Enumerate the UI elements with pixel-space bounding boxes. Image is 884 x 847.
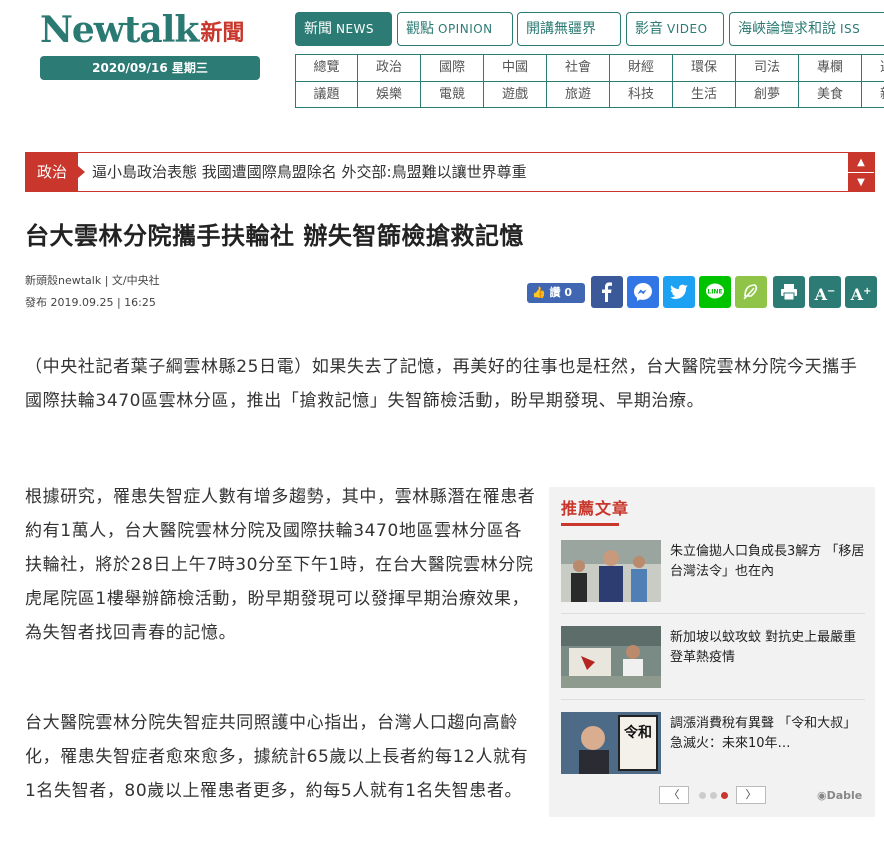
line-icon: LINE xyxy=(706,283,724,299)
recommended-item[interactable]: 朱立倫拋人口負成長3解方 「移居台灣法令」也在內 xyxy=(561,540,865,610)
recommended-title-underline xyxy=(561,523,619,526)
ticker-down-button[interactable]: ▼ xyxy=(848,172,874,191)
messenger-share-button[interactable] xyxy=(627,276,659,308)
thumbs-up-icon: 👍 xyxy=(532,286,546,299)
tab-strait-forum-label: 海峽論壇求和說 xyxy=(738,21,836,37)
font-larger-plus-icon: + xyxy=(863,286,872,297)
category-item[interactable]: 創夢 xyxy=(736,82,799,108)
facebook-like-button[interactable]: 👍 讚 0 xyxy=(527,283,585,303)
font-smaller-button[interactable]: A− xyxy=(809,276,841,308)
like-count-label: 讚 0 xyxy=(549,286,573,299)
ticker-pointer-icon xyxy=(78,166,85,178)
recommended-item[interactable]: 新加坡以蚊攻蚊 對抗史上最嚴重登革熱疫情 xyxy=(561,626,865,696)
recommended-item-title[interactable]: 調漲消費稅有異聲 「令和大叔」急滅火：未來10年… xyxy=(670,714,865,754)
print-icon xyxy=(781,284,797,301)
ticker-category-tag[interactable]: 政治 xyxy=(26,153,78,191)
category-item[interactable]: 環保 xyxy=(673,55,736,81)
recommended-thumbnail[interactable] xyxy=(561,626,661,688)
logo-latin-text: Newtalk xyxy=(40,9,199,51)
category-item[interactable]: 電競 xyxy=(421,82,484,108)
tab-strait-forum[interactable]: 海峽論壇求和說 ISS xyxy=(729,12,884,46)
date-bar: 2020/09/16 星期三 xyxy=(40,56,260,80)
messenger-icon xyxy=(634,283,652,301)
twitter-icon xyxy=(670,284,688,300)
recommended-title: 推薦文章 xyxy=(561,499,630,518)
print-button[interactable] xyxy=(773,276,805,308)
twitter-share-button[interactable] xyxy=(663,276,695,308)
line-share-button[interactable]: LINE xyxy=(699,276,731,308)
font-smaller-icon: A xyxy=(814,285,828,304)
tab-forum-label: 開講無疆界 xyxy=(526,21,596,37)
tab-video-label: 影音 xyxy=(635,21,663,37)
font-smaller-minus-icon: − xyxy=(827,286,836,297)
pager-dot[interactable] xyxy=(699,792,706,799)
svg-text:LINE: LINE xyxy=(707,289,722,296)
dable-brand[interactable]: ◉Dable xyxy=(817,789,862,802)
category-item[interactable]: 美食 xyxy=(799,82,862,108)
tab-forum[interactable]: 開講無疆界 xyxy=(517,12,621,46)
tab-opinion-label: 觀點 xyxy=(406,21,434,37)
site-logo[interactable]: Newtalk新聞 xyxy=(40,12,262,48)
category-item[interactable]: 娛樂 xyxy=(358,82,421,108)
recommended-articles-widget: 推薦文章 朱立倫拋人口負成長3解方 「移居台灣法令」也在內 新加坡以蚊攻蚊 對抗… xyxy=(549,487,875,817)
recommended-thumbnail[interactable]: 令和 xyxy=(561,712,661,774)
dable-logo-icon: ◉ xyxy=(817,789,827,802)
tab-video[interactable]: 影音 VIDEO xyxy=(626,12,724,46)
facebook-share-button[interactable] xyxy=(591,276,623,308)
font-larger-button[interactable]: A+ xyxy=(845,276,877,308)
category-item[interactable]: 總覽 xyxy=(295,55,358,81)
plurk-icon xyxy=(743,284,758,300)
reiwa-sign-text: 令和 xyxy=(624,725,652,741)
category-item[interactable]: 專欄 xyxy=(799,55,862,81)
facebook-icon xyxy=(602,282,612,302)
category-item[interactable]: 社會 xyxy=(547,55,610,81)
tab-opinion-en: OPINION xyxy=(438,22,493,36)
recommended-divider xyxy=(561,699,865,700)
article-byline: 新頭殼newtalk | 文/中央社 xyxy=(25,274,160,287)
category-item[interactable]: 中國 xyxy=(484,55,547,81)
category-item[interactable]: 新奇 xyxy=(862,82,884,108)
category-item[interactable]: 旅遊 xyxy=(547,82,610,108)
category-item[interactable]: 國際 xyxy=(421,55,484,81)
recommended-item-title[interactable]: 新加坡以蚊攻蚊 對抗史上最嚴重登革熱疫情 xyxy=(670,628,865,668)
article-paragraph: 根據研究，罹患失智症人數有增多趨勢，其中，雲林縣潛在罹患者約有1萬人，台大醫院雲… xyxy=(25,487,536,643)
category-item[interactable]: 選舉 xyxy=(862,55,884,81)
recommended-next-button[interactable]: 〉 xyxy=(736,786,766,804)
ticker-headline-link[interactable]: 逼小島政治表態 我國遭國際鳥盟除名 外交部:鳥盟難以讓世界尊重 xyxy=(92,153,527,191)
article-headline: 台大雲林分院攜手扶輪社 辦失智篩檢搶救記憶 xyxy=(25,222,524,250)
pager-dot[interactable] xyxy=(710,792,717,799)
category-item[interactable]: 科技 xyxy=(610,82,673,108)
category-item[interactable]: 司法 xyxy=(736,55,799,81)
tab-news-label: 新聞 xyxy=(304,21,332,37)
recommended-divider xyxy=(561,613,865,614)
font-larger-icon: A xyxy=(850,285,864,304)
ticker-up-button[interactable]: ▲ xyxy=(848,153,874,172)
category-item[interactable]: 遊戲 xyxy=(484,82,547,108)
article-paragraph: 台大醫院雲林分院失智症共同照護中心指出，台灣人口趨向高齡化，罹患失智症者愈來愈多… xyxy=(25,713,529,801)
tab-news[interactable]: 新聞 NEWS xyxy=(295,12,392,46)
dable-label: Dable xyxy=(826,789,863,802)
category-item[interactable]: 財經 xyxy=(610,55,673,81)
tab-video-en: VIDEO xyxy=(667,22,708,36)
logo-cjk-text: 新聞 xyxy=(200,21,245,46)
pager-dot-active[interactable] xyxy=(721,792,728,799)
tab-opinion[interactable]: 觀點 OPINION xyxy=(397,12,513,46)
category-item[interactable]: 生活 xyxy=(673,82,736,108)
tab-strait-forum-en: ISS xyxy=(840,22,861,36)
news-ticker: 政治 逼小島政治表態 我國遭國際鳥盟除名 外交部:鳥盟難以讓世界尊重 ▲ ▼ xyxy=(25,152,875,192)
recommended-thumbnail[interactable] xyxy=(561,540,661,602)
category-nav: 總覽 政治 國際 中國 社會 財經 環保 司法 專欄 選舉 議題 娛樂 電競 遊… xyxy=(295,54,884,108)
category-item[interactable]: 議題 xyxy=(295,82,358,108)
article-paragraph: （中央社記者葉子綱雲林縣25日電）如果失去了記憶，再美好的往事也是枉然，台大醫院… xyxy=(25,357,858,411)
recommended-item[interactable]: 令和 調漲消費稅有異聲 「令和大叔」急滅火：未來10年… xyxy=(561,712,865,782)
recommended-prev-button[interactable]: 〈 xyxy=(659,786,689,804)
category-item[interactable]: 政治 xyxy=(358,55,421,81)
tab-news-en: NEWS xyxy=(336,22,375,36)
top-nav-tabs: 新聞 NEWS 觀點 OPINION 開講無疆界 影音 VIDEO 海峽論壇求和說 IS… xyxy=(295,12,884,46)
recommended-item-title[interactable]: 朱立倫拋人口負成長3解方 「移居台灣法令」也在內 xyxy=(670,542,865,582)
article-publish-date: 發布 2019.09.25 | 16:25 xyxy=(25,296,156,309)
plurk-share-button[interactable] xyxy=(735,276,767,308)
